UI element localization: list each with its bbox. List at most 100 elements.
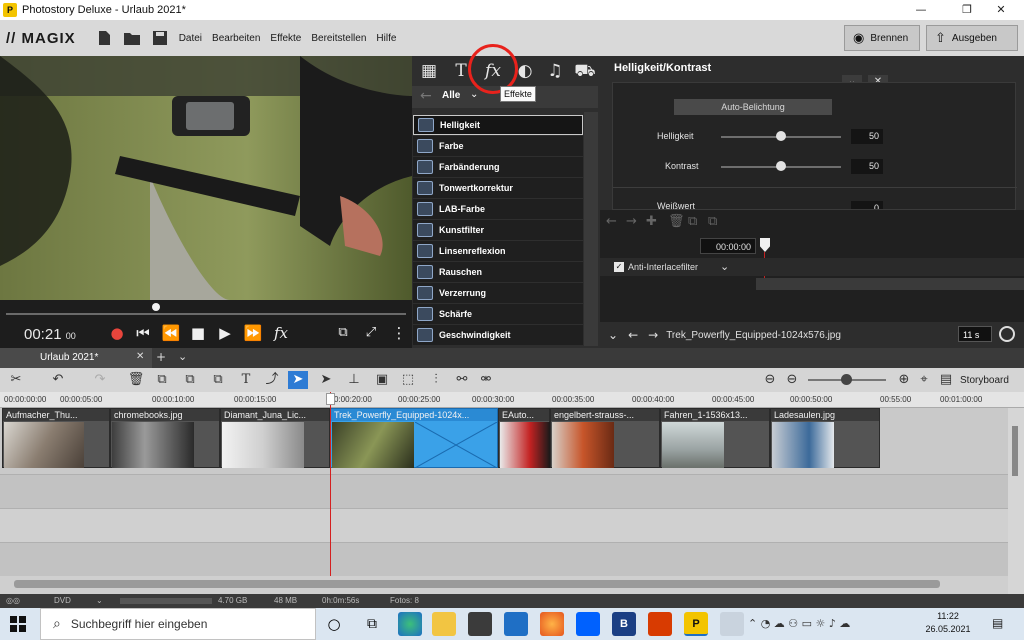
task-view-icon[interactable]: ⧉: [360, 612, 384, 636]
timeline-vertical-scrollbar[interactable]: [1008, 408, 1024, 594]
back-arrow-icon[interactable]: ←: [420, 88, 432, 104]
zoom-out-icon[interactable]: ⊖: [782, 371, 802, 389]
clip-engelbert[interactable]: engelbert-strauss-...: [550, 408, 660, 468]
frame-icon[interactable]: ⬚: [398, 371, 418, 389]
clip-diamant[interactable]: Diamant_Juna_Lic...: [220, 408, 330, 468]
filter-label[interactable]: Alle: [442, 90, 460, 101]
bitwarden-icon[interactable]: B: [612, 612, 636, 636]
next-keyframe-icon[interactable]: →: [626, 214, 637, 229]
notification-icon[interactable]: ▤: [992, 616, 1010, 632]
fx-button[interactable]: fx: [270, 322, 292, 344]
timeline-horizontal-scrollbar[interactable]: [0, 576, 1008, 594]
effect-item-lab-farbe[interactable]: LAB-Farbe: [413, 199, 583, 219]
stop-button[interactable]: ■: [187, 322, 209, 344]
dropbox-icon[interactable]: [576, 612, 600, 636]
export-frame-icon[interactable]: ⤴: [262, 371, 282, 389]
system-tray-icons[interactable]: ⌃ ◔ ☁ ⚇ ▭ ☼ ♪ ☁: [748, 617, 898, 633]
delete-keyframe-icon[interactable]: 🗑: [668, 214, 685, 229]
track-lane[interactable]: [0, 508, 1008, 542]
track-lane[interactable]: [0, 474, 1008, 508]
snapshot-icon[interactable]: ▣: [372, 371, 392, 389]
add-tab-icon[interactable]: +: [156, 350, 166, 364]
cut-icon[interactable]: ✂: [6, 371, 26, 389]
menu-datei[interactable]: Datei: [179, 33, 202, 44]
unlink-icon[interactable]: ⚮: [476, 371, 496, 389]
scrubber-handle[interactable]: [152, 303, 160, 311]
prev-clip-icon[interactable]: ←: [628, 328, 638, 342]
format-select[interactable]: DVD: [54, 596, 71, 605]
taskbar-search[interactable]: ⌕ Suchbegriff hier eingeben: [40, 608, 316, 640]
expand-icon[interactable]: ⌄: [608, 328, 618, 342]
chevron-down-icon[interactable]: ⌄: [470, 89, 478, 100]
helligkeit-value[interactable]: 50: [851, 129, 883, 144]
helligkeit-slider-handle[interactable]: [776, 131, 786, 141]
tab-music-icon[interactable]: ♫: [542, 58, 568, 84]
scrollbar-thumb[interactable]: [1012, 426, 1018, 476]
edge-icon[interactable]: [398, 612, 422, 636]
duplicate-icon[interactable]: ⧉: [208, 371, 228, 389]
prev-keyframe-icon[interactable]: ←: [606, 214, 617, 229]
title-icon[interactable]: T: [236, 371, 256, 389]
fast-forward-button[interactable]: ⏩: [242, 322, 264, 344]
play-button[interactable]: ▶: [214, 322, 236, 344]
keyframe-time[interactable]: 00:00:00: [700, 238, 756, 254]
new-file-icon[interactable]: [95, 30, 113, 46]
minimize-button[interactable]: —: [898, 0, 944, 20]
kontrast-value[interactable]: 50: [851, 159, 883, 174]
auto-belichtung-button[interactable]: Auto-Belichtung: [674, 99, 832, 115]
tab-store-icon[interactable]: ⛟: [572, 58, 598, 84]
paste-keyframe-icon[interactable]: ⧉: [708, 214, 717, 229]
zoom-minus-circle-icon[interactable]: ⊖: [760, 371, 780, 389]
chevron-down-icon[interactable]: ⌄: [96, 596, 103, 605]
menu-effekte[interactable]: Effekte: [270, 33, 301, 44]
menu-bearbeiten[interactable]: Bearbeiten: [212, 33, 260, 44]
effect-item-farbe[interactable]: Farbe: [413, 136, 583, 156]
photostory-taskbar-icon[interactable]: P: [684, 612, 708, 636]
redo-icon[interactable]: ↷: [90, 371, 110, 389]
tab-project[interactable]: Urlaub 2021*: [0, 348, 152, 368]
effect-item-farbaenderung[interactable]: Farbänderung: [413, 157, 583, 177]
paste-icon[interactable]: ⧉: [180, 371, 200, 389]
storyboard-icon[interactable]: ▤: [936, 371, 956, 389]
playhead-handle[interactable]: [326, 393, 335, 405]
windows-start-icon[interactable]: [10, 616, 26, 632]
rewind-button[interactable]: ⏪: [160, 322, 182, 344]
link-icon[interactable]: ⚯: [452, 371, 472, 389]
tab-templates-icon[interactable]: ▦: [416, 58, 442, 84]
effects-scrollbar[interactable]: [584, 112, 598, 346]
fit-icon[interactable]: ⌖: [914, 371, 934, 389]
clip-aufmacher[interactable]: Aufmacher_Thu...: [2, 408, 110, 468]
anti-interlace-checkbox[interactable]: ✓: [614, 262, 624, 272]
pointer-tool-icon[interactable]: ➤: [288, 371, 308, 389]
menu-hilfe[interactable]: Hilfe: [376, 33, 396, 44]
tab-menu-icon[interactable]: ⌄: [178, 350, 187, 363]
clip-fahren[interactable]: Fahren_1-1536x13...: [660, 408, 770, 468]
delete-icon[interactable]: 🗑: [126, 371, 146, 389]
video-preview[interactable]: [0, 56, 412, 300]
menu-bereitstellen[interactable]: Bereitstellen: [311, 33, 366, 44]
preview-scrubber[interactable]: [6, 313, 406, 315]
close-button[interactable]: ✕: [978, 0, 1024, 20]
save-icon[interactable]: [151, 30, 169, 46]
copy-icon[interactable]: ⧉: [152, 371, 172, 389]
effect-item-rauschen[interactable]: Rauschen: [413, 262, 583, 282]
keyframe-scrollbar[interactable]: [756, 278, 1024, 290]
clip-chromebooks[interactable]: chromebooks.jpg: [110, 408, 220, 468]
taskbar-app-icon[interactable]: [720, 612, 744, 636]
zoom-slider-handle[interactable]: [841, 374, 852, 385]
timeline-playhead[interactable]: [330, 392, 331, 576]
clip-eauto[interactable]: EAuto...: [498, 408, 550, 468]
store-icon[interactable]: [468, 612, 492, 636]
add-keyframe-icon[interactable]: ✚: [646, 214, 657, 229]
fullscreen-icon[interactable]: ⤢: [360, 322, 382, 344]
effect-item-verzerrung[interactable]: Verzerrung: [413, 283, 583, 303]
copy-keyframe-icon[interactable]: ⧉: [688, 214, 697, 229]
settings-icon[interactable]: ◎◎: [6, 596, 20, 605]
ausgeben-button[interactable]: ⇧ Ausgeben: [926, 25, 1018, 51]
file-explorer-icon[interactable]: [432, 612, 456, 636]
taskbar-clock[interactable]: 11:22 26.05.2021: [918, 610, 978, 636]
track-lane[interactable]: [0, 542, 1008, 576]
storyboard-label[interactable]: Storyboard: [960, 375, 1009, 386]
cortana-icon[interactable]: ○: [322, 612, 346, 636]
effect-item-geschwindigkeit[interactable]: Geschwindigkeit: [413, 325, 583, 345]
